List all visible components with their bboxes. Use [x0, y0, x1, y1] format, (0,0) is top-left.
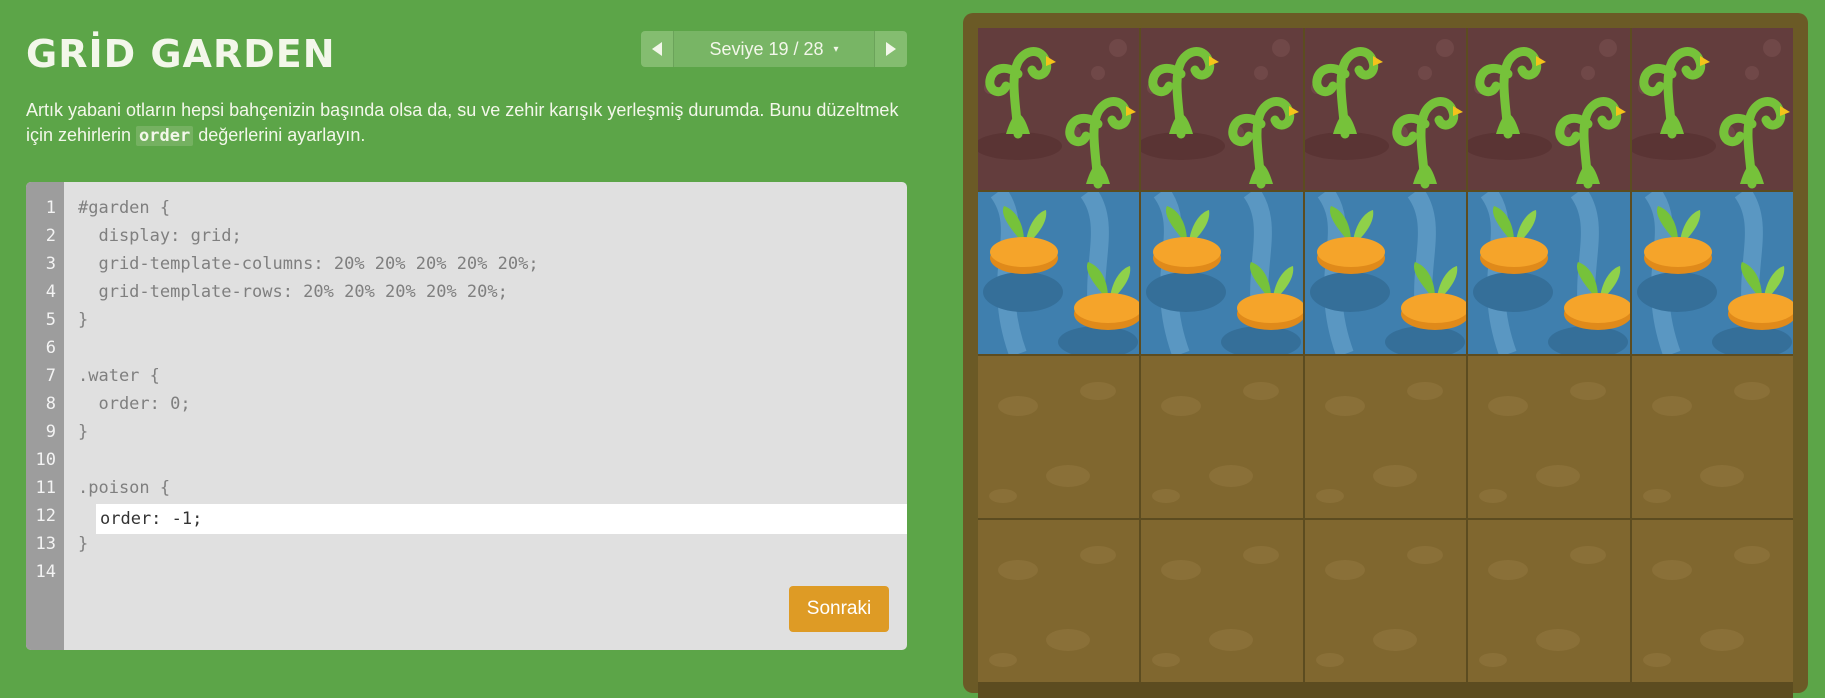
- line-number: 4: [45, 282, 56, 302]
- line-number: 5: [45, 310, 56, 330]
- weed-icon: [1639, 47, 1710, 139]
- soil-spots: [1152, 382, 1280, 503]
- carrot-icon: [1153, 206, 1222, 274]
- line-number: 13: [35, 534, 56, 554]
- garden-grid: [978, 28, 1793, 698]
- carrot-icon: [1074, 262, 1140, 330]
- carrot-icon: [1237, 262, 1303, 330]
- code-line: }: [78, 422, 89, 442]
- line-number: 3: [45, 254, 56, 274]
- level-selector[interactable]: Seviye 19 / 28 ▾: [674, 31, 874, 67]
- soil-spots: [1479, 382, 1607, 503]
- water-tile: [1468, 192, 1630, 354]
- poison-tile: [1468, 28, 1630, 190]
- line-number: 12: [35, 506, 56, 526]
- water-tile: [1141, 192, 1303, 354]
- level-label: Seviye 19 / 28: [709, 38, 824, 59]
- line-number: 8: [45, 394, 56, 414]
- soil-tile: [978, 520, 1140, 682]
- css-editor: 1 2 3 4 5 6 7 8 9 10 11 12 13 14 #garden { display: g…: [26, 182, 907, 650]
- soil-tile: [1141, 356, 1303, 518]
- soil-tile: [1304, 520, 1467, 682]
- chevron-down-icon: ▾: [833, 43, 839, 55]
- code-line: .water {: [78, 366, 160, 386]
- poison-tile: [1141, 28, 1303, 190]
- soil-spots: [1479, 546, 1607, 667]
- order-keyword: order: [136, 126, 194, 146]
- water-tile: [1304, 192, 1467, 354]
- instructions-text-2: değerlerini ayarlayın.: [193, 125, 366, 145]
- code-line: order: 0;: [78, 394, 191, 414]
- weed-icon: [1719, 97, 1790, 189]
- code-line: }: [78, 534, 89, 554]
- soil-spots: [1152, 546, 1280, 667]
- carrot-icon: [1643, 206, 1712, 274]
- level-navigation: Seviye 19 / 28 ▾: [641, 31, 907, 67]
- line-number: 1: [45, 198, 56, 218]
- soil-spots: [1642, 382, 1770, 503]
- line-number: 9: [45, 422, 56, 442]
- weed-icon: [1555, 97, 1627, 189]
- water-tile: [1631, 192, 1793, 354]
- code-line: }: [78, 310, 89, 330]
- code-line: .poison {: [78, 478, 171, 498]
- line-number: 11: [35, 478, 56, 498]
- soil-tile: [1631, 520, 1793, 682]
- instructions: Artık yabani otların hepsi bahçenizin ba…: [26, 98, 906, 149]
- poison-tile: [978, 28, 1140, 190]
- next-button[interactable]: Sonraki: [789, 586, 889, 632]
- soil-spots: [1315, 382, 1443, 503]
- weed-icon: [1148, 47, 1220, 139]
- water-tile: [978, 192, 1140, 354]
- soil-spots: [1642, 546, 1770, 667]
- soil-tile: [1141, 520, 1303, 682]
- line-number: 6: [45, 338, 56, 358]
- code-line: display: grid;: [78, 226, 242, 246]
- carrot-icon: [990, 206, 1058, 274]
- weed-icon: [1475, 47, 1547, 139]
- triangle-right-icon: [886, 42, 896, 56]
- line-number-gutter: 1 2 3 4 5 6 7 8 9 10 11 12 13 14: [26, 182, 64, 650]
- poison-tile: [1631, 28, 1793, 190]
- soil-tile: [978, 356, 1140, 518]
- soil-tile: [1631, 356, 1793, 518]
- triangle-left-icon: [652, 42, 662, 56]
- code-line: #garden {: [78, 198, 171, 218]
- carrot-icon: [1564, 262, 1630, 330]
- poison-tile: [1304, 28, 1467, 190]
- soil-tile: [1304, 356, 1467, 518]
- code-line: grid-template-columns: 20% 20% 20% 20% 2…: [78, 254, 539, 274]
- soil-tile: [1468, 356, 1630, 518]
- line-number: 10: [35, 450, 56, 470]
- previous-level-button[interactable]: [641, 31, 673, 67]
- weed-icon: [1312, 47, 1383, 139]
- weed-icon: [985, 47, 1056, 139]
- carrot-icon: [1727, 262, 1793, 330]
- carrot-icon: [1480, 206, 1549, 274]
- css-code-input[interactable]: [96, 504, 907, 534]
- carrot-icon: [1400, 262, 1467, 330]
- page-title: GRİD GARDEN: [26, 32, 336, 76]
- soil-spots: [989, 382, 1116, 503]
- next-level-button[interactable]: [875, 31, 907, 67]
- weed-icon: [1392, 97, 1463, 189]
- soil-tile: [1468, 520, 1630, 682]
- line-number: 14: [35, 562, 56, 582]
- line-number: 2: [45, 226, 56, 246]
- soil-spots: [989, 546, 1116, 667]
- soil-spots: [1315, 546, 1443, 667]
- code-line: grid-template-rows: 20% 20% 20% 20% 20%;: [78, 282, 508, 302]
- weed-icon: [1065, 97, 1136, 189]
- weed-icon: [1228, 97, 1300, 189]
- line-number: 7: [45, 366, 56, 386]
- carrot-icon: [1316, 206, 1385, 274]
